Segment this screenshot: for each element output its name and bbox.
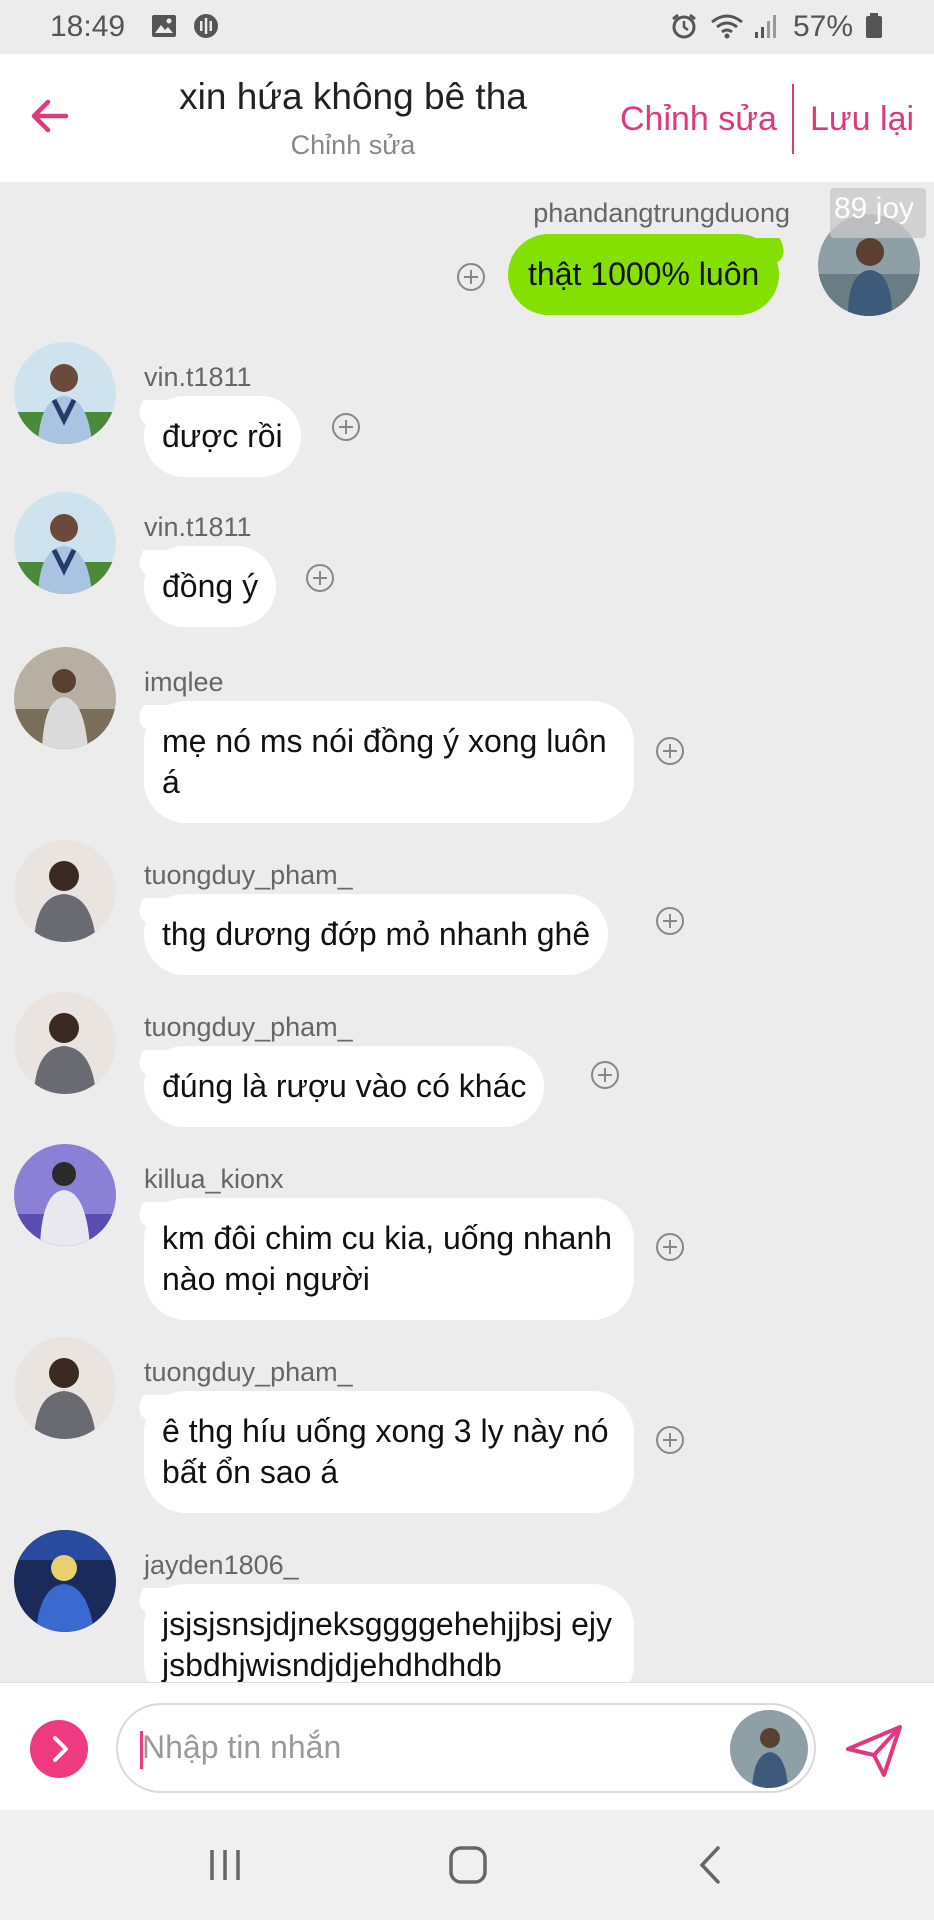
avatar[interactable] [14,1144,116,1246]
avatar[interactable] [14,342,116,444]
message-outgoing: phandangtrungduong thật 1000% luôn 89 jo… [0,182,934,342]
podcast-notification-icon [194,14,218,38]
avatar[interactable] [14,647,116,749]
message-bubble[interactable]: ê thg híu uống xong 3 ly này nó bất ổn s… [144,1391,634,1513]
message-incoming: killua_kionx km đôi chim cu kia, uống nh… [0,1144,934,1334]
status-time: 18:49 [50,10,126,43]
message-bubble[interactable]: jsjsjsnsjdjneksggggehehjjbsj ejyjsbdhjwi… [144,1584,634,1682]
message-username: tuongduy_pham_ [144,1012,353,1042]
back-arrow-icon[interactable] [26,92,74,140]
message-username: tuongduy_pham_ [144,1357,353,1387]
message-username: phandangtrungduong [533,198,790,228]
chevron-right-icon [53,1736,68,1762]
message-bubble[interactable]: được rồi [144,396,301,477]
system-nav-bar [0,1810,934,1920]
chat-messages[interactable]: phandangtrungduong thật 1000% luôn 89 jo… [0,182,934,1682]
signal-icon [755,15,776,38]
alarm-icon [672,13,696,39]
message-bubble[interactable]: thg dương đớp mỏ nhanh ghê [144,894,609,975]
message-incoming: tuongduy_pham_ ê thg híu uống xong 3 ly … [0,1337,934,1527]
avatar[interactable] [14,492,116,594]
recent-apps-icon[interactable] [200,1840,250,1890]
add-reaction-icon[interactable] [655,1425,685,1455]
add-reaction-icon[interactable] [655,1232,685,1262]
message-incoming: tuongduy_pham_ đúng là rượu vào có khác [0,992,934,1142]
message-input[interactable]: Nhập tin nhắn [116,1703,816,1793]
wifi-icon [711,14,743,39]
message-bubble[interactable]: thật 1000% luôn [508,234,780,315]
chat-title: xin hứa không bê tha [179,76,527,117]
message-bubble[interactable]: đúng là rượu vào có khác [144,1046,545,1127]
joy-badge: 89 joy [830,188,926,238]
message-composer: Nhập tin nhắn [0,1682,934,1810]
add-reaction-icon[interactable] [305,563,335,593]
avatar[interactable] [14,992,116,1094]
add-reaction-icon[interactable] [590,1060,620,1090]
avatar[interactable] [14,1530,116,1632]
message-username: vin.t1811 [144,512,252,542]
status-bar: 18:49 57% [0,0,934,54]
message-bubble[interactable]: đồng ý [144,546,277,627]
add-reaction-icon[interactable] [456,262,486,292]
message-input-placeholder: Nhập tin nhắn [142,1729,342,1765]
message-bubble[interactable]: mẹ nó ms nói đồng ý xong luôn á [144,701,634,823]
send-icon[interactable] [844,1723,904,1779]
avatar[interactable] [14,1337,116,1439]
chat-subtitle: Chỉnh sửa [290,130,416,160]
message-username: tuongduy_pham_ [144,860,353,890]
avatar[interactable] [14,840,116,942]
add-reaction-icon[interactable] [655,736,685,766]
add-reaction-icon[interactable] [655,906,685,936]
message-incoming: tuongduy_pham_ thg dương đớp mỏ nhanh gh… [0,840,934,990]
message-username: jayden1806_ [144,1550,299,1580]
message-incoming: imqlee mẹ nó ms nói đồng ý xong luôn á [0,647,934,837]
add-reaction-icon[interactable] [331,412,361,442]
message-bubble[interactable]: km đôi chim cu kia, uống nhanh nào mọi n… [144,1198,634,1320]
message-username: imqlee [144,667,224,697]
message-incoming: jayden1806_ jsjsjsnsjdjneksggggehehjjbsj… [0,1530,934,1682]
message-incoming: vin.t1811 đồng ý [0,492,934,642]
message-username: vin.t1811 [144,362,252,392]
expand-menu-button[interactable] [30,1720,88,1778]
nav-back-icon[interactable] [686,1840,736,1890]
battery-percent: 57% [793,10,854,43]
avatar[interactable] [730,1710,808,1788]
chat-header: xin hứa không bê tha Chỉnh sửa Chỉnh sửa… [0,54,934,182]
home-icon[interactable] [443,1840,493,1890]
header-divider [792,84,794,154]
save-button[interactable]: Lưu lại [810,100,914,139]
message-username: killua_kionx [144,1164,284,1194]
battery-icon [866,13,882,38]
message-incoming: vin.t1811 được rồi [0,342,934,492]
gallery-notification-icon [152,15,176,37]
edit-button[interactable]: Chỉnh sửa [620,100,777,139]
